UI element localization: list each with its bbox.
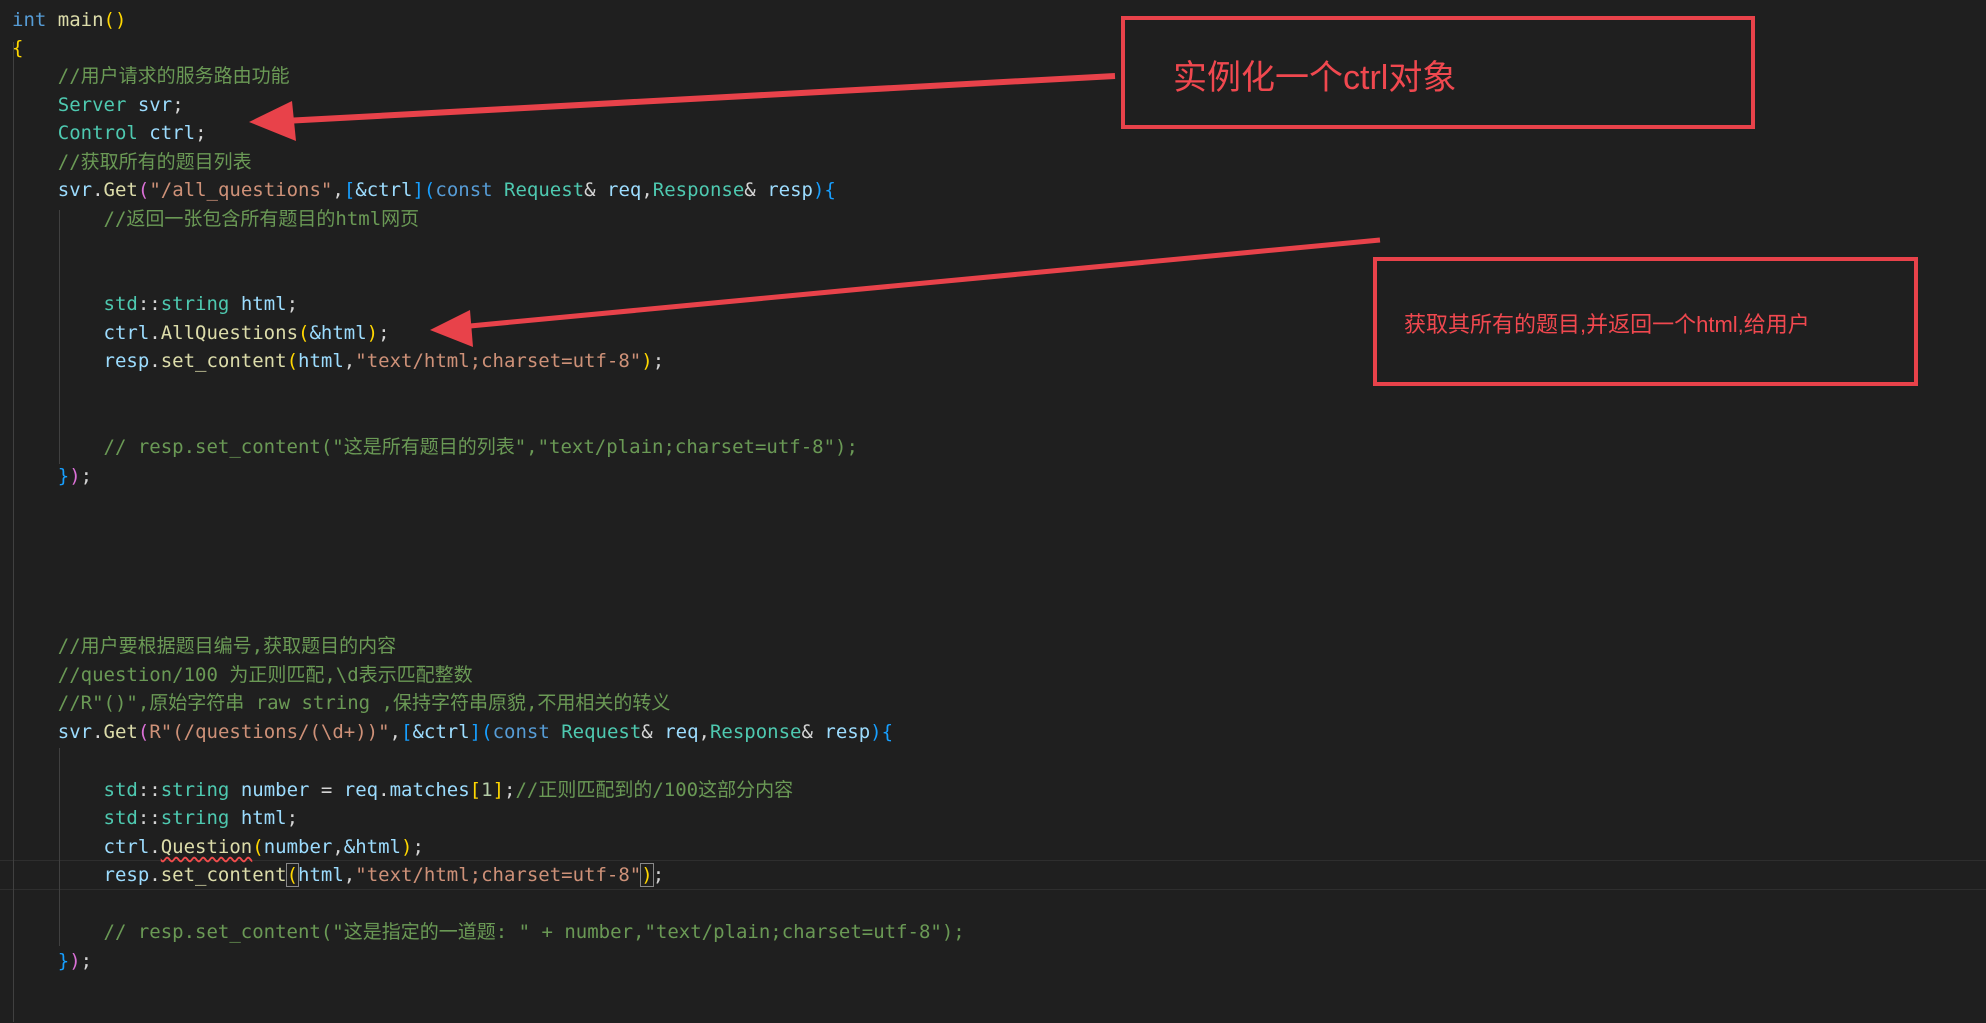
arrow-line-1 xyxy=(283,73,1116,124)
annotation-callout-instantiate: 实例化一个ctrl对象 xyxy=(1121,16,1755,129)
arrowhead-1 xyxy=(249,101,296,141)
annotation-callout-all-questions: 获取其所有的题目,并返回一个html,给用户 xyxy=(1373,257,1918,386)
arrowhead-2 xyxy=(430,310,473,347)
callout-text: 实例化一个ctrl对象 xyxy=(1173,59,1457,97)
callout-text: 获取其所有的题目,并返回一个html,给用户 xyxy=(1404,312,1810,337)
annotation-arrows xyxy=(249,73,1381,347)
arrow-line-2 xyxy=(469,237,1381,329)
